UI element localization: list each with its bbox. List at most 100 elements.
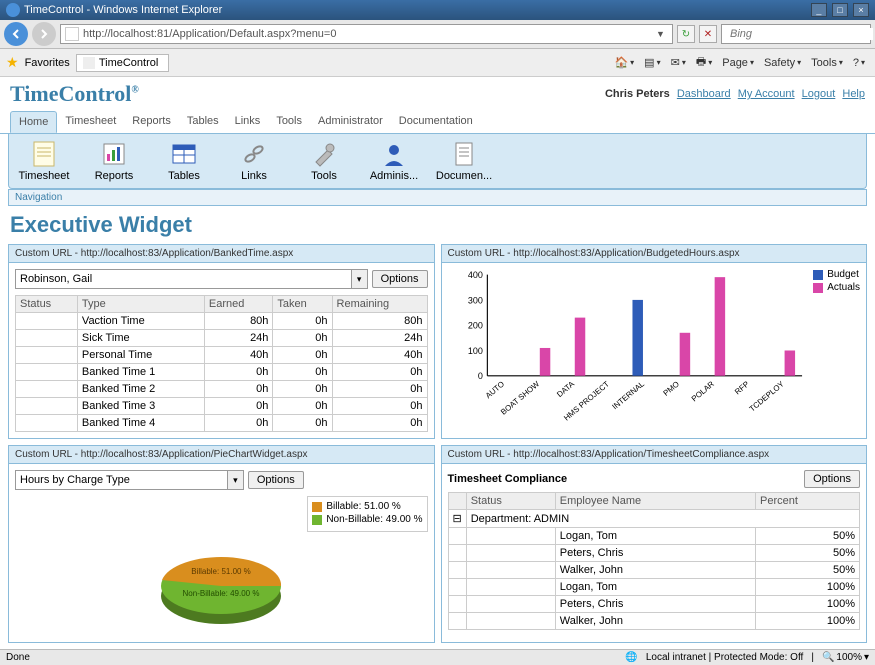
ribbon-tools[interactable]: Tools (299, 140, 349, 182)
user-links: Chris Peters Dashboard My Account Logout… (605, 88, 865, 100)
col-type[interactable]: Type (77, 296, 204, 313)
table-row[interactable]: Peters, Chris100% (448, 596, 860, 613)
budget-chart: 0100200300400AUTOBOAT SHOWDATAHMS PROJEC… (448, 269, 808, 426)
table-row[interactable]: Vaction Time80h0h80h (16, 313, 428, 330)
tables-icon (170, 140, 198, 168)
employee-combo[interactable]: ▾ (15, 269, 368, 289)
link-help[interactable]: Help (842, 88, 865, 100)
tab-timesheet[interactable]: Timesheet (57, 111, 124, 133)
col-c-emp[interactable]: Employee Name (555, 493, 755, 510)
col-status[interactable]: Status (16, 296, 78, 313)
page-title: Executive Widget (0, 206, 875, 244)
compliance-options-button[interactable]: Options (804, 470, 860, 488)
combo-dropdown-icon[interactable]: ▾ (351, 270, 367, 288)
forward-button[interactable] (32, 22, 56, 46)
table-row[interactable]: Banked Time 30h0h0h (16, 398, 428, 415)
pie-widget: Custom URL - http://localhost:83/Applica… (8, 445, 435, 643)
mail-icon[interactable]: ✉▾ (667, 54, 690, 71)
svg-text:0: 0 (477, 371, 482, 381)
tab-home[interactable]: Home (10, 111, 57, 133)
ribbon-timesheet[interactable]: Timesheet (19, 140, 69, 182)
pie-header: Custom URL - http://localhost:83/Applica… (9, 446, 434, 464)
table-row[interactable]: Walker, John50% (448, 562, 860, 579)
col-earned[interactable]: Earned (204, 296, 273, 313)
ribbon-admin[interactable]: Adminis... (369, 140, 419, 182)
tab-tools[interactable]: Tools (268, 111, 310, 133)
page-menu[interactable]: Page▾ (718, 55, 758, 71)
table-row[interactable]: Logan, Tom50% (448, 528, 860, 545)
address-dropdown-icon[interactable]: ▼ (656, 29, 668, 39)
expand-icon[interactable]: ⊟ (448, 510, 466, 528)
compliance-widget: Custom URL - http://localhost:83/Applica… (441, 445, 868, 643)
table-row[interactable]: Logan, Tom100% (448, 579, 860, 596)
status-left: Done (6, 652, 30, 663)
safety-menu[interactable]: Safety▾ (760, 55, 805, 71)
employee-input[interactable] (16, 270, 351, 288)
banked-header: Custom URL - http://localhost:83/Applica… (9, 245, 434, 263)
docs-icon (450, 140, 478, 168)
table-row[interactable]: Personal Time40h0h40h (16, 347, 428, 364)
table-row[interactable]: Sick Time24h0h24h (16, 330, 428, 347)
ribbon-tables[interactable]: Tables (159, 140, 209, 182)
print-icon[interactable]: 🖶▾ (692, 51, 716, 74)
pie-chart: Billable: 51.00 % Non-Billable: 49.00 % (131, 536, 311, 636)
favorites-label[interactable]: Favorites (25, 57, 70, 69)
tab-docs[interactable]: Documentation (391, 111, 481, 133)
pie-combo-input[interactable] (16, 471, 227, 489)
banked-options-button[interactable]: Options (372, 270, 428, 288)
maximize-button[interactable]: □ (832, 3, 848, 17)
col-remaining[interactable]: Remaining (332, 296, 427, 313)
home-icon[interactable]: 🏠▾ (610, 54, 638, 71)
svg-text:BOAT SHOW: BOAT SHOW (499, 379, 541, 417)
link-dashboard[interactable]: Dashboard (677, 88, 731, 100)
tab-links[interactable]: Links (227, 111, 269, 133)
table-row[interactable]: Banked Time 40h0h0h (16, 415, 428, 432)
menu-tabs: Home Timesheet Reports Tables Links Tool… (0, 111, 875, 134)
nav-label: Navigation (8, 189, 867, 206)
refresh-icon[interactable]: ↻ (677, 25, 695, 43)
feeds-icon[interactable]: ▤▾ (640, 54, 664, 71)
minimize-button[interactable]: _ (811, 3, 827, 17)
table-row[interactable]: Banked Time 10h0h0h (16, 364, 428, 381)
table-row[interactable]: Walker, John100% (448, 613, 860, 630)
table-row[interactable]: Banked Time 20h0h0h (16, 381, 428, 398)
app-logo: TimeControl® (10, 81, 139, 107)
ie-globe-icon (6, 3, 20, 17)
ribbon-links[interactable]: Links (229, 140, 279, 182)
link-logout[interactable]: Logout (802, 88, 836, 100)
col-c-pct[interactable]: Percent (755, 493, 859, 510)
status-mode: Local intranet | Protected Mode: Off (646, 652, 804, 663)
pie-dropdown-icon[interactable]: ▾ (227, 471, 243, 489)
svg-text:Billable: 51.00 %: Billable: 51.00 % (191, 567, 251, 576)
table-row[interactable]: Peters, Chris50% (448, 545, 860, 562)
address-input[interactable] (83, 28, 656, 40)
ribbon-docs[interactable]: Documen... (439, 140, 489, 182)
close-button[interactable]: × (853, 3, 869, 17)
col-c-status[interactable]: Status (466, 493, 555, 510)
link-myaccount[interactable]: My Account (738, 88, 795, 100)
search-input[interactable] (730, 28, 873, 40)
legend-swatch-actuals (813, 283, 823, 293)
back-button[interactable] (4, 22, 28, 46)
zoom-control[interactable]: 🔍100%▾ (822, 652, 869, 663)
tab-tables[interactable]: Tables (179, 111, 227, 133)
tab-admin[interactable]: Administrator (310, 111, 391, 133)
search-box[interactable] (721, 24, 871, 44)
stop-icon[interactable]: ✕ (699, 25, 717, 43)
col-taken[interactable]: Taken (273, 296, 332, 313)
help-icon[interactable]: ?▾ (849, 55, 869, 71)
reports-icon (100, 140, 128, 168)
tools-icon (310, 140, 338, 168)
budget-widget: Custom URL - http://localhost:83/Applica… (441, 244, 868, 439)
pie-combo[interactable]: ▾ (15, 470, 244, 490)
window-title: TimeControl - Windows Internet Explorer (24, 4, 222, 16)
tools-menu[interactable]: Tools▾ (807, 55, 847, 71)
pie-options-button[interactable]: Options (248, 471, 304, 489)
ribbon-reports[interactable]: Reports (89, 140, 139, 182)
tab-reports[interactable]: Reports (124, 111, 179, 133)
svg-text:POLAR: POLAR (689, 379, 715, 403)
address-bar[interactable]: ▼ (60, 24, 673, 44)
favorites-star-icon[interactable]: ★ (6, 54, 19, 71)
browser-tab[interactable]: TimeControl (76, 54, 170, 72)
tab-icon (83, 57, 95, 69)
